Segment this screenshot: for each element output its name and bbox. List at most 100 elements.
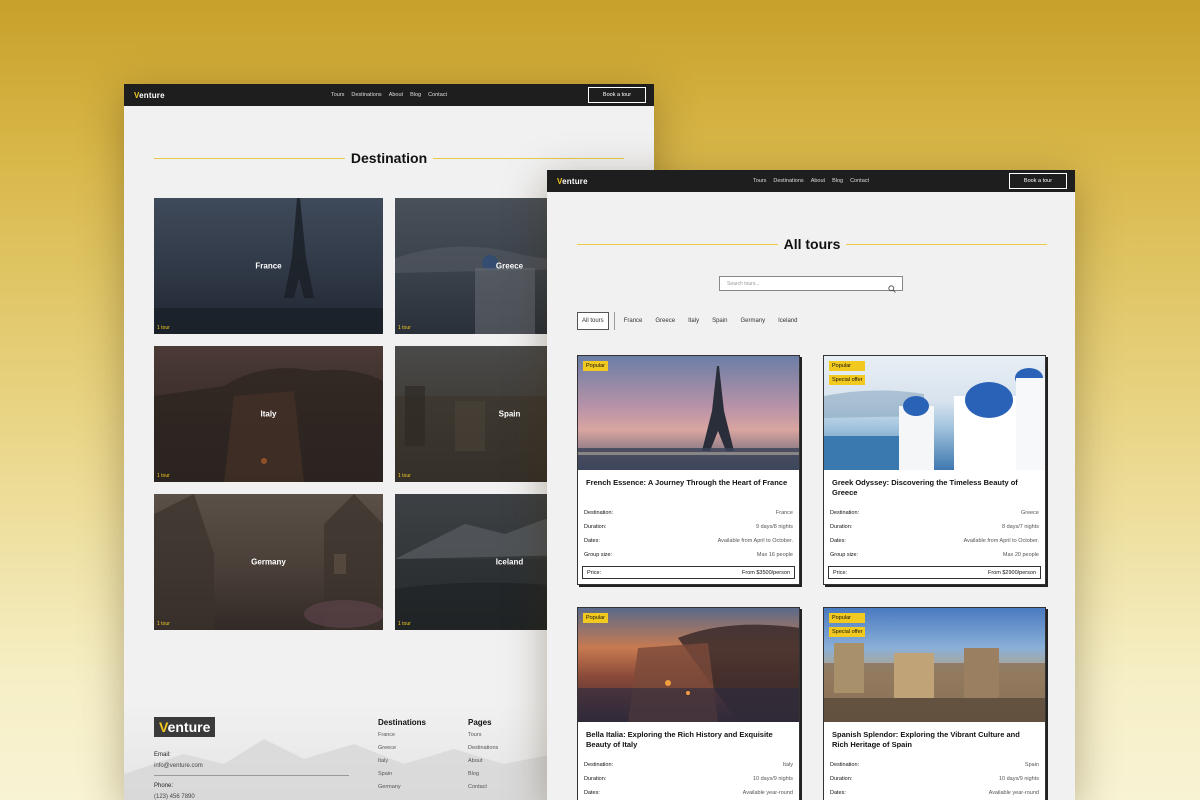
logo[interactable]: Venture: [134, 91, 165, 100]
nav-link-destinations[interactable]: Destinations: [773, 178, 803, 184]
tours-window: Venture Tours Destinations About Blog Co…: [547, 170, 1075, 800]
footer-link[interactable]: Tours: [468, 732, 498, 738]
destination-card-italy[interactable]: Italy 1 tour: [154, 346, 383, 482]
footer-link[interactable]: Greece: [378, 745, 426, 751]
special-offer-badge: Special offer: [829, 375, 866, 385]
duration-row: Duration: 8 days/7 nights: [824, 520, 1045, 534]
tour-card-greece[interactable]: Popular Special offer Greek Odyssey: Dis…: [823, 355, 1046, 585]
book-tour-button[interactable]: Book a tour: [588, 87, 646, 103]
price-box: Price: From $3500/person: [582, 566, 795, 579]
group-size-value: Max 16 people: [756, 552, 793, 558]
tour-card-france[interactable]: Popular French Essence: A Journey Throug…: [577, 355, 800, 585]
page-title: All tours: [783, 236, 841, 252]
nav-link-tours[interactable]: Tours: [331, 92, 344, 98]
tour-title[interactable]: Bella Italia: Exploring the Rich History…: [578, 722, 799, 758]
footer-link[interactable]: Blog: [468, 771, 498, 777]
top-nav: Venture Tours Destinations About Blog Co…: [124, 84, 654, 106]
tour-card-spain[interactable]: Popular Special offer Spanish Splendor: …: [823, 607, 1046, 800]
duration-row: Duration: 10 days/9 nights: [578, 772, 799, 786]
footer-link[interactable]: Spain: [378, 771, 426, 777]
nav-link-blog[interactable]: Blog: [410, 92, 421, 98]
logo[interactable]: Venture: [557, 177, 588, 186]
destination-card-france[interactable]: France 1 tour: [154, 198, 383, 334]
badge-group: Popular Special offer: [829, 361, 866, 385]
dates-value: Available year-round: [988, 790, 1039, 796]
destination-label: Destination:: [584, 510, 614, 516]
divider: [433, 157, 625, 159]
nav-link-about[interactable]: About: [389, 92, 403, 98]
footer-logo[interactable]: Venture: [154, 717, 216, 737]
divider: [154, 775, 349, 776]
destination-card-germany[interactable]: Germany 1 tour: [154, 494, 383, 630]
price-box: Price: From $2900/person: [828, 566, 1041, 579]
destination-value: Spain: [1024, 762, 1039, 768]
tour-count: 1 tour: [398, 325, 411, 331]
tour-image[interactable]: Popular: [578, 608, 799, 722]
filter-france[interactable]: France: [624, 318, 643, 324]
destination-name: Italy: [260, 409, 277, 419]
search-input[interactable]: Search tours...: [719, 276, 903, 293]
filter-all-tours[interactable]: All tours: [577, 312, 609, 330]
duration-label: Duration:: [830, 776, 853, 782]
tour-count: 1 tour: [157, 325, 170, 331]
footer-link[interactable]: France: [378, 732, 426, 738]
group-size-label: Group size:: [584, 552, 613, 558]
nav-link-blog[interactable]: Blog: [832, 178, 843, 184]
tour-image[interactable]: Popular Special offer: [824, 608, 1045, 722]
filter-germany[interactable]: Germany: [740, 318, 765, 324]
filter-spain[interactable]: Spain: [712, 318, 727, 324]
dates-label: Dates:: [584, 790, 600, 796]
badge-group: Popular Special offer: [829, 613, 866, 637]
tour-image[interactable]: Popular: [578, 356, 799, 470]
destination-value: Italy: [782, 762, 793, 768]
price-label: Price:: [833, 569, 848, 576]
tour-title[interactable]: Greek Odyssey: Discovering the Timeless …: [824, 470, 1045, 506]
filter-greece[interactable]: Greece: [655, 318, 675, 324]
nav-link-contact[interactable]: Contact: [428, 92, 447, 98]
destination-name: France: [255, 261, 282, 271]
tour-image[interactable]: Popular Special offer: [824, 356, 1045, 470]
destination-row: Destination: Spain: [824, 758, 1045, 772]
footer-pages-column: Pages Tours Destinations About Blog Cont…: [468, 718, 498, 797]
destination-row: Destination: Greece: [824, 506, 1045, 520]
destination-row: Destination: Italy: [578, 758, 799, 772]
tour-count: 1 tour: [157, 621, 170, 627]
footer-column-title: Pages: [468, 718, 492, 727]
popular-badge: Popular: [583, 361, 608, 371]
special-offer-badge: Special offer: [829, 627, 866, 637]
footer-destinations-column: Destinations France Greece Italy Spain G…: [378, 718, 426, 797]
tour-title[interactable]: Spanish Splendor: Exploring the Vibrant …: [824, 722, 1045, 758]
dates-row: Dates: Available year-round: [824, 786, 1045, 800]
top-nav: Venture Tours Destinations About Blog Co…: [547, 170, 1075, 192]
search-icon[interactable]: [888, 280, 896, 298]
nav-link-about[interactable]: About: [811, 178, 825, 184]
filter-italy[interactable]: Italy: [688, 318, 699, 324]
dates-row: Dates: Available year-round: [578, 786, 799, 800]
nav-link-tours[interactable]: Tours: [753, 178, 766, 184]
nav-link-contact[interactable]: Contact: [850, 178, 869, 184]
email-value[interactable]: info@venture.com: [154, 763, 203, 769]
tour-card-italy[interactable]: Popular Bella Italia: Exploring the Rich…: [577, 607, 800, 800]
nav-link-destinations[interactable]: Destinations: [351, 92, 381, 98]
divider: [846, 243, 1047, 245]
footer-column-title: Destinations: [378, 718, 427, 727]
popular-badge: Popular: [829, 361, 866, 371]
footer-link[interactable]: Destinations: [468, 745, 498, 751]
price-label: Price:: [587, 569, 602, 576]
phone-value[interactable]: (123) 456 7890: [154, 794, 195, 800]
email-label: Email:: [154, 752, 171, 758]
footer-link[interactable]: Italy: [378, 758, 426, 764]
duration-label: Duration:: [584, 776, 607, 782]
tour-count: 1 tour: [398, 621, 411, 627]
duration-row: Duration: 10 days/9 nights: [824, 772, 1045, 786]
divider: [613, 312, 615, 330]
destination-label: Destination:: [830, 510, 860, 516]
dates-label: Dates:: [584, 538, 600, 544]
book-tour-button[interactable]: Book a tour: [1009, 173, 1067, 189]
footer-link[interactable]: Contact: [468, 784, 498, 790]
tour-title[interactable]: French Essence: A Journey Through the He…: [578, 470, 799, 506]
filter-iceland[interactable]: Iceland: [778, 318, 797, 324]
group-size-row: Group size: Max 16 people: [578, 548, 799, 562]
footer-link[interactable]: About: [468, 758, 498, 764]
footer-link[interactable]: Germany: [378, 784, 426, 790]
